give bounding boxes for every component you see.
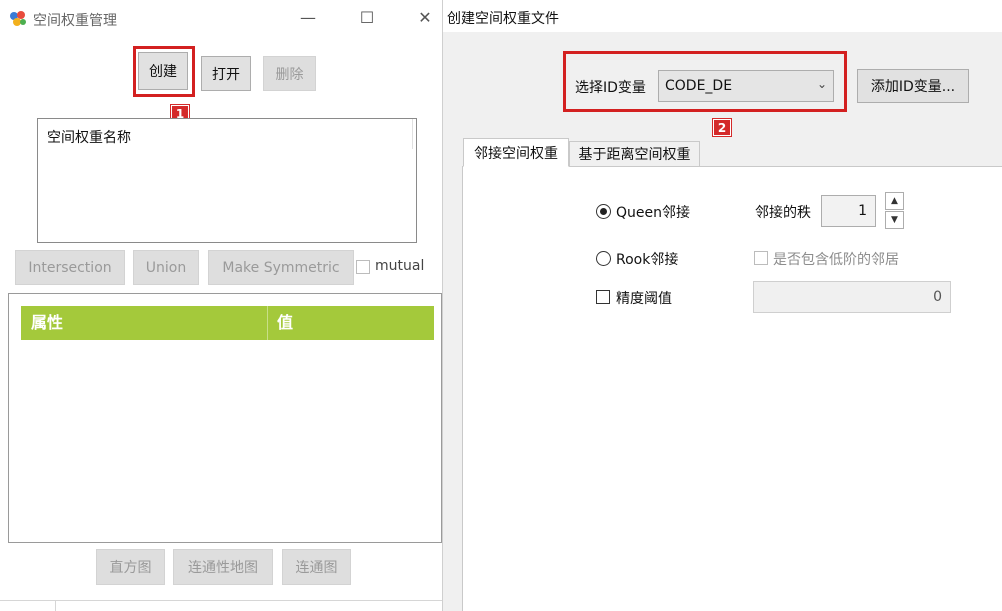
rook-radio[interactable] <box>596 251 611 266</box>
spin-up-button[interactable]: ▲ <box>885 192 904 210</box>
connectivity-map-button[interactable]: 连通性地图 <box>173 549 273 585</box>
open-button[interactable]: 打开 <box>201 56 251 91</box>
spin-down-button[interactable]: ▼ <box>885 211 904 229</box>
column-separator <box>267 306 268 340</box>
precision-input[interactable]: 0 <box>753 281 951 313</box>
mutual-checkbox[interactable] <box>356 260 370 274</box>
mutual-label: mutual <box>375 258 425 274</box>
precision-checkbox[interactable] <box>596 290 610 304</box>
order-value: 1 <box>858 203 867 219</box>
union-button[interactable]: Union <box>133 250 199 285</box>
window-title: 空间权重管理 <box>33 13 117 29</box>
weights-manager-window: 空间权重管理 — ☐ ✕ 创建 1 打开 删除 空间权重名称 Intersect… <box>0 0 442 611</box>
tab-distance[interactable]: 基于距离空间权重 <box>569 141 700 167</box>
precision-label: 精度阈值 <box>616 291 672 307</box>
column-attribute: 属性 <box>31 313 64 332</box>
weights-list[interactable]: 空间权重名称 <box>37 118 417 243</box>
add-id-variable-button[interactable]: 添加ID变量... <box>857 69 969 103</box>
column-value: 值 <box>277 313 294 332</box>
highlight-box-create <box>133 46 195 97</box>
connectivity-graph-button[interactable]: 连通图 <box>282 549 351 585</box>
minimize-icon[interactable]: — <box>298 8 318 28</box>
radio-selected-dot <box>600 208 607 215</box>
order-input[interactable]: 1 <box>821 195 876 227</box>
property-table-header: 属性 值 <box>21 306 434 340</box>
list-header: 空间权重名称 <box>47 130 131 146</box>
list-scroll-divider <box>412 119 413 149</box>
queen-label: Queen邻接 <box>616 205 690 221</box>
precision-value: 0 <box>933 289 942 305</box>
status-divider <box>0 600 442 601</box>
delete-button[interactable]: 删除 <box>263 56 316 91</box>
tab-content-panel <box>462 166 1002 611</box>
tab-contiguity[interactable]: 邻接空间权重 <box>463 138 569 167</box>
include-lower-checkbox[interactable] <box>754 251 768 265</box>
rook-label: Rook邻接 <box>616 252 679 268</box>
dialog-title: 创建空间权重文件 <box>447 11 559 27</box>
include-lower-label: 是否包含低阶的邻居 <box>773 252 899 268</box>
make-symmetric-button[interactable]: Make Symmetric <box>208 250 354 285</box>
queen-radio[interactable] <box>596 204 611 219</box>
status-divider-v <box>55 600 56 611</box>
maximize-icon[interactable]: ☐ <box>357 8 377 28</box>
property-panel: 属性 值 <box>8 293 442 543</box>
app-icon <box>10 11 26 26</box>
highlight-box-id-variable <box>563 51 847 112</box>
close-icon[interactable]: ✕ <box>415 8 435 28</box>
dialog-title-bar: 创建空间权重文件 <box>443 0 1002 32</box>
intersection-button[interactable]: Intersection <box>15 250 125 285</box>
order-label: 邻接的秩 <box>755 205 811 221</box>
histogram-button[interactable]: 直方图 <box>96 549 165 585</box>
step-badge-2: 2 <box>713 119 731 136</box>
